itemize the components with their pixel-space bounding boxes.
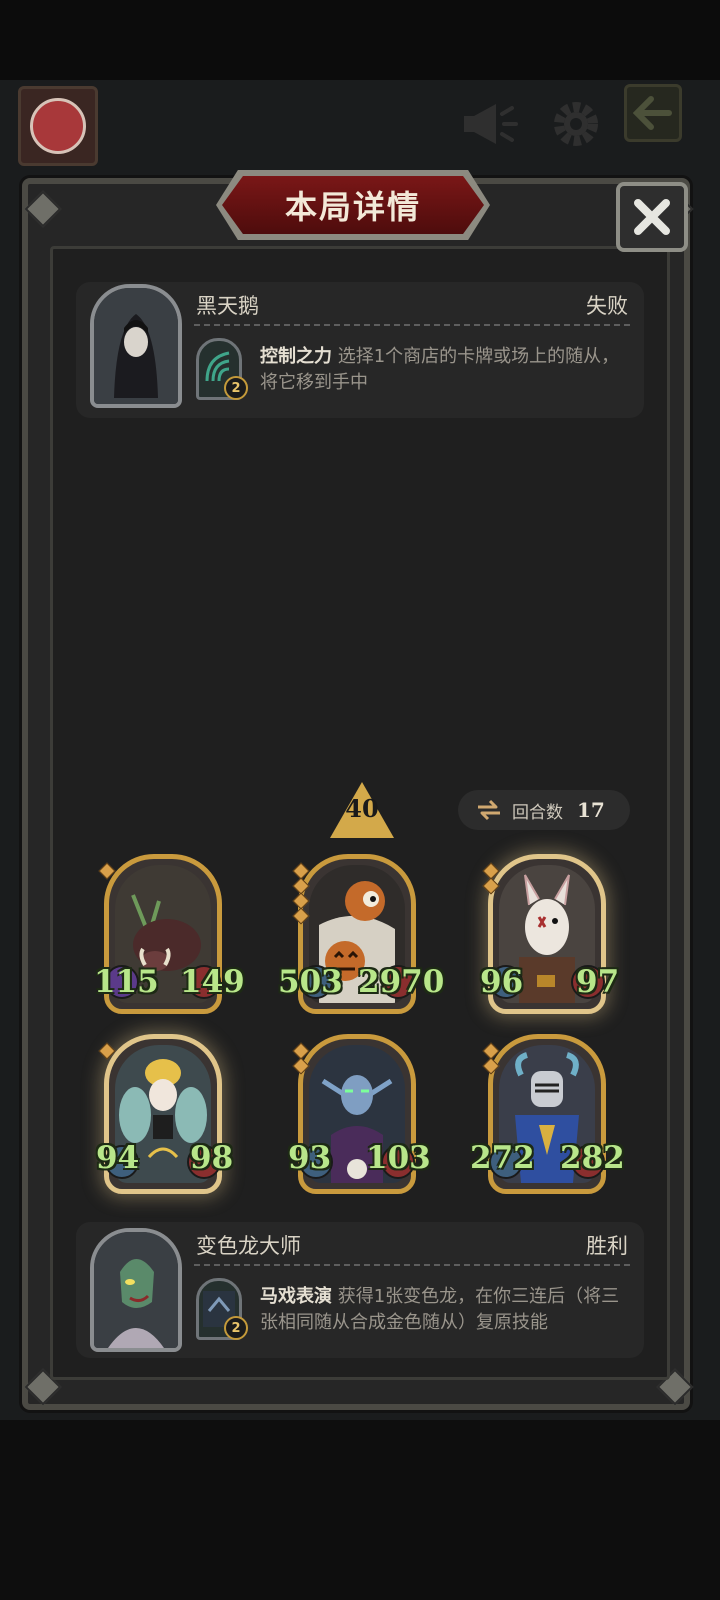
close-button[interactable] [616, 182, 688, 252]
title-plate: 本局详情 [222, 176, 484, 234]
gear-icon[interactable] [544, 92, 608, 156]
star-rating [292, 862, 310, 925]
hero-power-cost: 2 [224, 376, 248, 400]
minion-health: 98 [190, 1140, 234, 1176]
minion-attack: 272 [470, 1140, 535, 1176]
minion-health: 103 [366, 1140, 431, 1176]
star-rating [98, 1042, 116, 1060]
star-icon [292, 1057, 310, 1075]
player-avatar[interactable] [18, 86, 98, 166]
hero-power-name: 控制之力 [260, 346, 332, 367]
divider [194, 1264, 630, 1266]
hero-power-description: 马戏表演 获得1张变色龙，在你三连后（将三张相同随从合成金色随从）复原技能 [260, 1284, 630, 1336]
avatar [30, 98, 86, 154]
star-rating [292, 1042, 310, 1075]
star-icon [482, 877, 500, 895]
minion-attack: 93 [288, 1140, 332, 1176]
minion-attack: 503 [278, 964, 343, 1000]
minion-health: 282 [560, 1140, 625, 1176]
minion-health: 2970 [358, 964, 445, 1000]
dialog-title: 本局详情 [284, 188, 421, 226]
back-button[interactable] [624, 84, 682, 142]
rounds-counter: 回合数 17 [458, 790, 630, 830]
minion-health: 97 [576, 964, 620, 1000]
status-area [0, 0, 720, 80]
back-icon [633, 96, 672, 130]
opponent-name: 黑天鹅 [196, 294, 259, 318]
rounds-label: 回合数 [512, 802, 563, 823]
close-icon [634, 199, 670, 235]
player-result: 胜利 [586, 1234, 628, 1258]
star-icon [98, 862, 116, 880]
divider [194, 324, 630, 326]
star-rating [482, 1042, 500, 1075]
opponent-panel: 黑天鹅 失败 2 控制之力 选择1个商店的卡牌或场上的随从，将它移到手中 [76, 282, 644, 418]
opponent-portrait[interactable] [90, 284, 182, 408]
minion-attack: 94 [96, 1140, 140, 1176]
opponent-result: 失败 [586, 294, 628, 318]
star-icon [482, 1057, 500, 1075]
star-rating [98, 862, 116, 880]
player-name: 变色龙大师 [196, 1234, 301, 1258]
rounds-value: 17 [577, 798, 605, 822]
star-rating [482, 862, 500, 895]
hero-power-cost: 2 [224, 1316, 248, 1340]
minion-health: 149 [180, 964, 245, 1000]
minion-attack: 115 [94, 964, 159, 1000]
player-panel: 变色龙大师 胜利 2 马戏表演 获得1张变色龙，在你三连后（将三张相同随从合成金… [76, 1222, 644, 1358]
hero-power-name: 马戏表演 [260, 1286, 332, 1307]
minion-attack: 96 [480, 964, 524, 1000]
megaphone-icon[interactable] [458, 92, 522, 156]
star-icon [292, 907, 310, 925]
star-icon [98, 1042, 116, 1060]
hero-power-description: 控制之力 选择1个商店的卡牌或场上的随从，将它移到手中 [260, 344, 630, 396]
swap-icon [478, 799, 500, 821]
player-portrait[interactable] [90, 1228, 182, 1352]
tier-value: 40 [345, 794, 379, 823]
bottom-area [0, 1420, 720, 1600]
